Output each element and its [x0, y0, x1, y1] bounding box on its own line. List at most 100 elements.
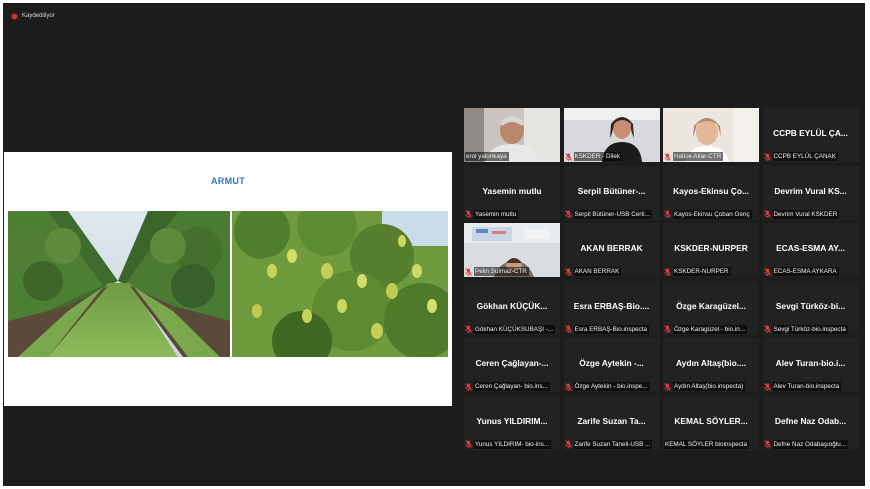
participant-name-label: Ceren Çağlayan- bio.ins... — [474, 382, 550, 391]
participant-tile[interactable]: Yasemin mutlu Yasemin mutlu — [464, 165, 560, 220]
participant-name-label: Defne Naz Odabaşıoğlu... — [772, 439, 848, 449]
mic-muted-icon — [763, 382, 771, 391]
participant-tile[interactable]: Ceren Çağlayan-... Ceren Çağlayan- bio.in… — [464, 338, 560, 392]
participant-tile[interactable]: Yunus YILDIRIM... Yunus YILDIRIM- bio-ins… — [464, 395, 560, 450]
mic-muted-icon — [564, 267, 572, 276]
participant-display-name: KSKDER-NURPER — [674, 243, 748, 253]
participant-tile[interactable]: erol yalonkaya — [464, 108, 560, 162]
mic-muted-icon — [465, 267, 472, 276]
participant-footer: Pelin Sulmaz-CTR — [465, 267, 559, 276]
participant-footer: Zarife Suzan Taneli-USB ... — [564, 439, 659, 449]
participant-footer: Esra ERBAŞ-Bio.inspecta — [564, 324, 659, 334]
mic-muted-icon — [564, 325, 572, 333]
participant-display-name: Devrim Vural KS... — [774, 185, 847, 196]
participant-tile[interactable]: Hatice Akar-CTR — [663, 108, 759, 162]
participant-footer: Özge Aytekin - bio.inspe... — [564, 382, 659, 391]
participant-name-label: Alev Turan-bio.inspecta — [772, 382, 842, 391]
participant-footer: ECAS-ESMA AYKARA — [763, 267, 858, 276]
participant-footer: Hatice Akar-CTR — [664, 152, 758, 161]
participant-footer: KEMAL SÖYLER bioinspecta — [664, 439, 758, 449]
participant-tile[interactable]: KSKDER - Dilek — [563, 108, 660, 162]
participant-display-name: Aydın Altaş(bio.... — [675, 358, 747, 368]
mic-muted-icon — [465, 382, 472, 391]
participant-tile[interactable]: Defne Naz Odab... Defne Naz Odabaşıoğlu..… — [762, 395, 859, 450]
participant-tile[interactable]: AKAN BERRAK AKAN BERRAK — [563, 223, 660, 277]
participant-display-name: CCPB EYLÜL ÇA... — [773, 128, 848, 138]
mic-muted-icon — [763, 210, 771, 218]
participant-display-name: Defne Naz Odab... — [774, 415, 847, 426]
participant-display-name: Kayos-Ekinsu Ço... — [673, 185, 749, 196]
mic-muted-icon — [763, 325, 771, 333]
participant-footer: Serpil Bütüner-USB Certi... — [564, 209, 659, 219]
mic-muted-icon — [564, 382, 572, 391]
participant-name-label: Serpil Bütüner-USB Certi... — [573, 209, 652, 219]
participant-footer: Sevgi Türköz-bio.inspecta — [763, 324, 858, 334]
participant-display-name: Özge Karagüzel... — [676, 300, 746, 311]
participant-display-name: Özge Aytekin -... — [579, 358, 644, 368]
participant-footer: Yunus YILDIRIM- bio-ins... — [465, 439, 559, 449]
participant-name-label: Gökhan KÜÇÜKSUBAŞI -... — [474, 324, 556, 334]
participant-tile[interactable]: Alev Turan-bio.i... Alev Turan-bio.inspec… — [762, 338, 859, 392]
mic-muted-icon — [564, 152, 572, 161]
recording-indicator: Kaydediliyor — [11, 11, 55, 21]
mic-muted-icon — [465, 440, 472, 448]
participant-display-name: ECAS-ESMA AY... — [776, 243, 845, 253]
mic-muted-icon — [664, 152, 671, 161]
participant-footer: erol yalonkaya — [465, 152, 559, 161]
participant-tile[interactable]: Esra ERBAŞ-Bio.... Esra ERBAŞ-Bio.inspect… — [563, 280, 660, 335]
participant-footer: AKAN BERRAK — [564, 267, 659, 276]
participant-display-name: Ceren Çağlayan-... — [475, 358, 549, 368]
participant-name-label: KEMAL SÖYLER bioinspecta — [664, 439, 750, 449]
participant-tile[interactable]: Pelin Sulmaz-CTR — [464, 223, 560, 277]
slide-title: ARMUT — [211, 176, 245, 186]
participant-footer: CCPB EYLÜL ÇANAK — [763, 152, 858, 161]
recording-label: Kaydediliyor — [22, 13, 55, 19]
participant-tile[interactable]: KEMAL SÖYLER... KEMAL SÖYLER bioinspecta — [663, 395, 759, 450]
participant-name-label: Yasemin mutlu — [474, 209, 519, 219]
participant-name-label: Esra ERBAŞ-Bio.inspecta — [573, 324, 649, 334]
participant-name-label: Yunus YILDIRIM- bio-ins... — [474, 439, 552, 449]
participant-name-label: Zarife Suzan Taneli-USB ... — [573, 439, 653, 449]
participant-tile[interactable]: Aydın Altaş(bio.... Aydın Altaş(bio.inspe… — [663, 338, 759, 392]
mic-muted-icon — [664, 382, 671, 391]
participant-name-label: ECAS-ESMA AYKARA — [772, 267, 839, 276]
participant-display-name: Yunus YILDIRIM... — [476, 415, 548, 426]
participant-name-label: KSKDER-NURPER — [673, 267, 731, 276]
mic-muted-icon — [664, 267, 671, 276]
participant-name-label: AKAN BERRAK — [573, 267, 622, 276]
participant-tile[interactable]: Özge Aytekin -... Özge Aytekin - bio.insp… — [563, 338, 660, 392]
participant-display-name: Yasemin mutlu — [482, 185, 542, 196]
record-icon — [11, 12, 18, 20]
participant-name-label: Hatice Akar-CTR — [673, 152, 724, 161]
mic-muted-icon — [664, 325, 671, 333]
pears-photo — [232, 211, 448, 357]
participant-tile[interactable]: Zarife Suzan Ta... Zarife Suzan Taneli-US… — [563, 395, 660, 450]
shared-screen[interactable]: ARMUT — [4, 152, 452, 406]
participant-tile[interactable]: Sevgi Türköz-bi... Sevgi Türköz-bio.inspe… — [762, 280, 859, 335]
mic-muted-icon — [763, 152, 771, 161]
mic-muted-icon — [465, 210, 472, 218]
participant-tile[interactable]: Kayos-Ekinsu Ço... Kayos-Ekinsu Çoban Gen… — [663, 165, 759, 220]
participant-footer: Özge Karagüzel - bio.in... — [664, 324, 758, 334]
participant-display-name: Esra ERBAŞ-Bio.... — [573, 300, 650, 311]
participant-tile[interactable]: Gökhan KÜÇÜK... Gökhan KÜÇÜKSUBAŞI -... — [464, 280, 560, 335]
participant-tile[interactable]: KSKDER-NURPER KSKDER-NURPER — [663, 223, 759, 277]
participant-name-label: Sevgi Türköz-bio.inspecta — [772, 324, 848, 334]
mic-muted-icon — [564, 210, 572, 218]
participant-footer: Aydın Altaş(bio.inspecta) — [664, 382, 758, 391]
participant-tile[interactable]: CCPB EYLÜL ÇA... CCPB EYLÜL ÇANAK — [762, 108, 859, 162]
participant-display-name: Gökhan KÜÇÜK... — [476, 300, 548, 311]
participant-footer: Defne Naz Odabaşıoğlu... — [763, 439, 858, 449]
participant-name-label: Pelin Sulmaz-CTR — [474, 267, 529, 276]
participant-name-label: KSKDER - Dilek — [573, 152, 622, 161]
participant-tile[interactable]: ECAS-ESMA AY... ECAS-ESMA AYKARA — [762, 223, 859, 277]
mic-muted-icon — [664, 210, 671, 218]
participant-tile[interactable]: Devrim Vural KS... Devrim Vural KSKDER — [762, 165, 859, 220]
participant-footer: KSKDER-NURPER — [664, 267, 758, 276]
participant-name-label: Aydın Altaş(bio.inspecta) — [673, 382, 746, 391]
participant-tile[interactable]: Serpil Bütüner-... Serpil Bütüner-USB Cer… — [563, 165, 660, 220]
participant-name-label: erol yalonkaya — [465, 152, 509, 161]
participant-footer: KSKDER - Dilek — [564, 152, 659, 161]
participant-display-name: KEMAL SÖYLER... — [674, 415, 748, 426]
participant-tile[interactable]: Özge Karagüzel... Özge Karagüzel - bio.in… — [663, 280, 759, 335]
